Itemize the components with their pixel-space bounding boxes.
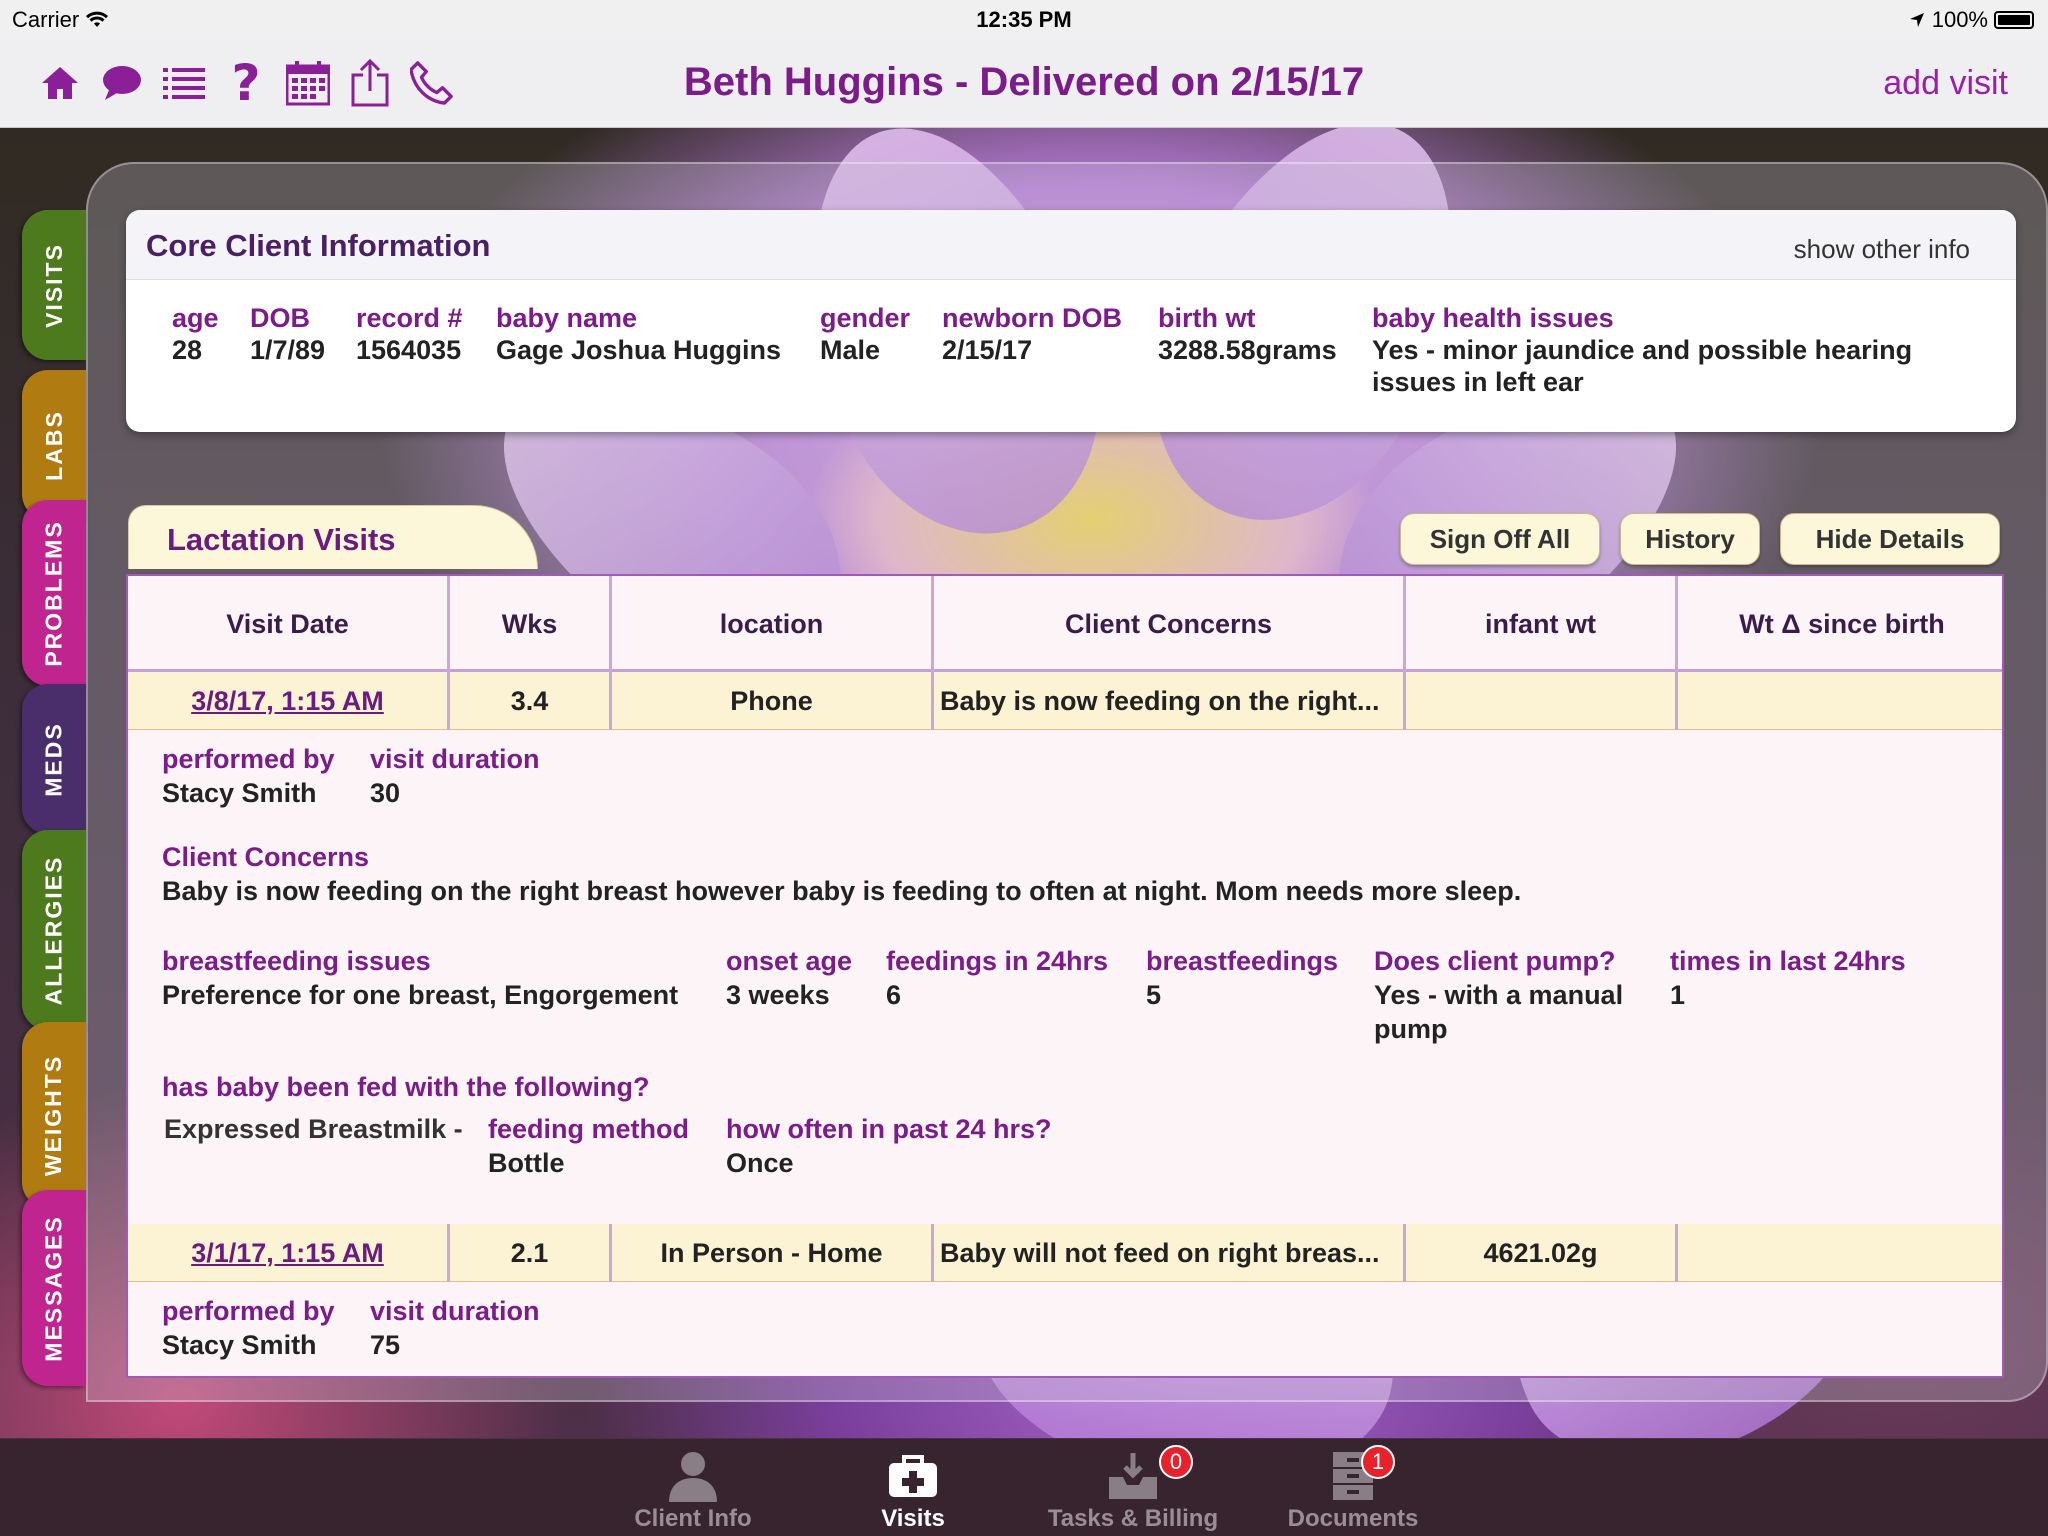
tab-client-info[interactable]: Client Info [603,1447,783,1533]
navigation-bar: ? Beth Huggins - Delivered on 2/15/17 ad… [0,40,2048,128]
documents-badge: 1 [1361,1445,1395,1479]
visit-infant-wt [1406,672,1678,730]
location-arrow-icon [1909,13,1924,27]
status-bar: Carrier 12:35 PM 100% [0,0,2048,40]
visit-infant-wt: 4621.02g [1406,1224,1678,1282]
gender-field: gender Male [820,303,911,365]
client-concerns-field: Client Concerns Baby is now feeding on th… [162,842,1522,906]
medical-bag-icon [889,1455,937,1497]
col-wks[interactable]: Wks [450,576,612,672]
baby-name-field: baby name Gage Joshua Huggins [496,303,782,365]
tab-tasks-billing[interactable]: 0 Tasks & Billing [1043,1445,1223,1533]
newborn-dob-field: newborn DOB 2/15/17 [942,303,1122,365]
show-other-info-link[interactable]: show other info [1794,234,1970,265]
bottom-tab-bar: Client Info Visits 0 Tasks & Billing 1 D… [0,1438,2048,1536]
tab-visits[interactable]: VISITS [22,210,86,360]
baby-health-issues-field: baby health issues Yes - minor jaundice a… [1372,303,1913,397]
core-info-title: Core Client Information [146,228,491,263]
col-infant-wt[interactable]: infant wt [1406,576,1678,672]
col-wt-delta[interactable]: Wt Δ since birth [1678,576,2002,672]
performed-by-field: performed by Stacy Smith [162,744,335,808]
table-row[interactable]: 3/1/17, 1:15 AM 2.1 In Person - Home Bab… [128,1224,2002,1282]
visit-concerns: Baby will not feed on right breas... [934,1224,1406,1282]
col-visit-date[interactable]: Visit Date [128,576,450,672]
tab-labs[interactable]: LABS [22,370,86,520]
visit-duration-field: visit duration 30 [370,744,540,808]
lactation-visits-title: Lactation Visits [167,522,396,557]
feedings-field: feedings in 24hrs 6 [886,946,1109,1010]
visit-duration-field: visit duration 75 [370,1296,540,1360]
visit-wt-delta [1678,1224,2002,1282]
battery-status: 100% [1908,7,2034,33]
lactation-visits-table: Visit Date Wks location Client Concerns … [126,574,2004,1378]
tab-weights[interactable]: WEIGHTS [22,1022,86,1208]
visit-date-link[interactable]: 3/8/17, 1:15 AM [128,672,450,730]
birth-wt-field: birth wt 3288.58grams [1158,303,1337,365]
breastfeedings-field: breastfeedings 5 [1146,946,1339,1010]
tab-documents[interactable]: 1 Documents [1263,1445,1443,1533]
lactation-visits-tab: Lactation Visits [128,505,538,569]
history-button[interactable]: History [1620,513,1760,565]
feeding-method-field: feeding method Bottle [488,1114,689,1178]
record-field: record #1564035 [356,303,463,365]
times-last-24hrs-field: times in last 24hrs 1 [1670,946,1906,1010]
fed-with-label: has baby been fed with the following? [162,1072,650,1102]
visit-date-link[interactable]: 3/1/17, 1:15 AM [128,1224,450,1282]
tab-visits-bottom[interactable]: Visits [823,1447,1003,1533]
battery-icon [1994,11,2034,29]
visit-wks: 3.4 [450,672,612,730]
visit-location: Phone [612,672,934,730]
dob-field: DOB 1/7/89 [250,303,326,365]
col-location[interactable]: location [612,576,934,672]
add-visit-button[interactable]: add visit [1883,64,2008,103]
fed-item: Expressed Breastmilk - [164,1114,463,1144]
person-icon [669,1452,717,1502]
performed-by-field: performed by Stacy Smith [162,1296,335,1360]
page-title: Beth Huggins - Delivered on 2/15/17 [683,60,1365,104]
table-row[interactable]: 3/8/17, 1:15 AM 3.4 Phone Baby is now fe… [128,672,2002,730]
tab-allergies[interactable]: ALLERGIES [22,830,86,1030]
age-field: age 28 [172,303,219,365]
visit-concerns: Baby is now feeding on the right... [934,672,1406,730]
core-client-info-card: Core Client Information show other info … [126,210,2016,432]
tab-problems[interactable]: PROBLEMS [22,500,86,686]
sign-off-all-button[interactable]: Sign Off All [1400,513,1600,565]
visit-wt-delta [1678,672,2002,730]
col-client-concerns[interactable]: Client Concerns [934,576,1406,672]
onset-age-field: onset age 3 weeks [726,946,853,1010]
tab-messages[interactable]: MESSAGES [22,1190,86,1386]
table-header: Visit Date Wks location Client Concerns … [128,576,2002,672]
breastfeeding-issues-field: breastfeeding issues Preference for one b… [162,946,679,1010]
hide-details-button[interactable]: Hide Details [1780,513,2000,565]
tab-meds[interactable]: MEDS [22,684,86,834]
visit-location: In Person - Home [612,1224,934,1282]
inbox-download-icon [1109,1453,1157,1499]
status-time: 12:35 PM [976,7,1072,32]
tasks-badge: 0 [1159,1445,1193,1479]
visit-wks: 2.1 [450,1224,612,1282]
how-often-field: how often in past 24 hrs? Once [726,1114,1052,1178]
client-pump-field: Does client pump? Yes - with a manual pum… [1374,946,1624,1044]
